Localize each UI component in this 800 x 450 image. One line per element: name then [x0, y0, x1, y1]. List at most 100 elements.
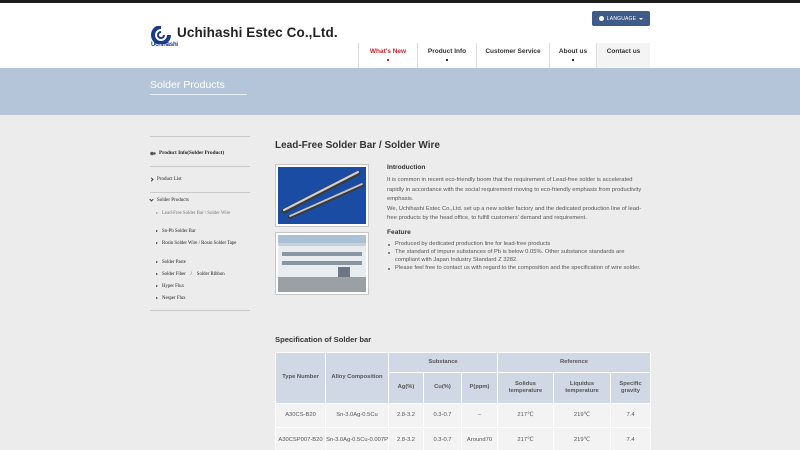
nav-whats-new[interactable]: What's New [358, 43, 417, 71]
col-header-ag: Ag(%) [388, 372, 424, 404]
cell-liquidus: 219℃ [553, 427, 611, 450]
solder-bar-photo [275, 164, 369, 227]
company-name: Uchihashi Estec Co.,Ltd. [177, 25, 338, 40]
divider [150, 192, 250, 193]
sidebar-subitem-rosin[interactable]: Rosin Solder Wire / Rosin Solder Tape [156, 240, 250, 259]
language-label: LANGUAGE [606, 15, 637, 22]
factory-photo [275, 232, 369, 295]
feature-item: Produced by dedicated production line fo… [387, 241, 650, 249]
divider [150, 310, 250, 311]
nav-label: Product Info [427, 48, 467, 55]
sidebar-item-solder-products[interactable]: Solder Products [149, 197, 250, 203]
nav-label: About us [558, 48, 588, 55]
divider [150, 166, 250, 167]
triangle-right-icon [156, 297, 158, 299]
triangle-right-icon [156, 212, 158, 214]
intro-heading: Introduction [387, 164, 426, 171]
sidebar-subitem-solder-paste[interactable]: Solder Paste [156, 259, 250, 271]
sidebar-subitem-lead-free[interactable]: Lead-Free Solder Bar / Solder Wire [156, 210, 250, 228]
cell-type: A30CS-B20 [275, 403, 326, 428]
site-header: Uchihashi Uchihashi Estec Co.,Ltd. LANGU… [0, 3, 800, 71]
col-header-p: P(ppm) [461, 372, 498, 404]
sidebar: Product Info(Solder Product) Product Lis… [149, 136, 250, 311]
nav-customer-service[interactable]: Customer Service [476, 43, 549, 71]
sidebar-heading-label: Product Info(Solder Product) [159, 150, 225, 156]
cell-gravity: 7.4 [609, 427, 652, 450]
feature-item: Please feel free to contact us with rega… [387, 265, 650, 273]
triangle-right-icon [156, 285, 158, 287]
sidebar-subitem-nesper-flux[interactable]: Nesper Flux [156, 295, 250, 305]
sidebar-item-label: Product List [157, 177, 182, 182]
cell-alloy: Sn-3.0Ag-0.5Cu-0.007P [325, 427, 389, 450]
logo-subtext: Uchihashi [151, 42, 178, 48]
triangle-right-icon [156, 273, 158, 275]
sidebar-subitem-label: Solder Fiber / Solder Ribbon [162, 272, 225, 277]
cell-ag: 2.8-3.2 [388, 427, 424, 450]
col-header-type: Type Number [275, 352, 326, 404]
sidebar-heading: Product Info(Solder Product) [150, 145, 250, 161]
globe-icon [598, 16, 604, 21]
feature-heading: Feature [387, 228, 411, 236]
sidebar-subitem-hyper-flux[interactable]: Hyper Flux [156, 283, 250, 295]
page-banner: Solder Products [0, 68, 800, 115]
feature-item: The standard of impure substances of Pb … [387, 249, 650, 265]
intro-section: Introduction It is common in recent eco-… [387, 164, 650, 273]
nav-contact-us[interactable]: Contact us [596, 43, 650, 71]
spec-table: Type Number Alloy Composition Substance … [275, 352, 652, 450]
chevron-right-icon [149, 177, 154, 182]
cell-p: – [461, 403, 498, 428]
sidebar-subitem-label: Rosin Solder Wire / Rosin Solder Tape [162, 241, 237, 246]
dropdown-indicator-icon [572, 59, 574, 61]
cell-solidus: 217℃ [497, 403, 554, 428]
divider [150, 136, 250, 137]
sidebar-subitem-label: Hyper Flux [162, 284, 184, 289]
nav-product-info[interactable]: Product Info [417, 43, 476, 71]
cell-cu: 0.3-0.7 [423, 403, 462, 428]
sidebar-subitem-label: Solder Paste [162, 260, 186, 265]
col-header-solidus: Solidus temperature [497, 372, 554, 404]
cell-liquidus: 219℃ [553, 403, 611, 428]
col-header-gravity: Specific gravity [609, 372, 652, 404]
sidebar-subitem-solder-fiber[interactable]: Solder Fiber / Solder Ribbon [156, 271, 250, 283]
page-title: Lead-Free Solder Bar / Solder Wire [275, 140, 440, 151]
gear-icon [150, 151, 156, 155]
nav-label: Customer Service [485, 48, 541, 55]
main-nav: What's New Product Info Customer Service… [358, 43, 650, 71]
cell-cu: 0.3-0.7 [423, 427, 462, 450]
intro-paragraph: We, Uchihashi Estec Co.,Ltd. set up a ne… [387, 205, 642, 222]
triangle-right-icon [156, 230, 158, 232]
table-row: A30CS-B20 Sn-3.0Ag-0.5Cu 2.8-3.2 0.3-0.7… [275, 403, 652, 428]
product-images [275, 164, 369, 295]
solder-bars-image [278, 167, 366, 224]
group-header-substance: Substance [388, 352, 498, 373]
dropdown-indicator-icon [387, 59, 389, 61]
cell-alloy: Sn-3.0Ag-0.5Cu [325, 403, 389, 428]
nav-about-us[interactable]: About us [549, 43, 596, 71]
cell-solidus: 217℃ [497, 427, 554, 450]
cell-p: Around70 [461, 427, 498, 450]
cell-type: A30CSP007-B20 [275, 427, 326, 450]
language-button[interactable]: LANGUAGE [592, 11, 650, 26]
main-content: Lead-Free Solder Bar / Solder Wire Intro… [275, 136, 650, 295]
chevron-down-icon [149, 197, 154, 202]
dropdown-indicator-icon [446, 59, 448, 61]
cell-gravity: 7.4 [609, 403, 652, 428]
group-header-reference: Reference [496, 352, 652, 373]
col-header-liquidus: Liquidus temperature [553, 372, 611, 404]
sidebar-subitem-label: Lead-Free Solder Bar / Solder Wire [162, 211, 231, 216]
triangle-right-icon [156, 242, 158, 244]
nav-label: What's New [369, 48, 407, 55]
feature-list: Produced by dedicated production line fo… [387, 241, 650, 273]
sidebar-subitem-label: Nesper Flux [162, 296, 186, 301]
sidebar-subitem-label: Sn-Pb Solder Bar [162, 229, 196, 234]
banner-title: Solder Products [150, 79, 247, 95]
intro-paragraph: It is common in recent eco-friendly boom… [387, 177, 642, 202]
col-header-alloy: Alloy Composition [325, 352, 389, 404]
sidebar-subitem-sn-pb[interactable]: Sn-Pb Solder Bar [156, 228, 250, 240]
sidebar-item-product-list[interactable]: Product List [149, 177, 250, 182]
spec-heading: Specification of Solder bar [275, 335, 372, 344]
factory-building-image [278, 235, 366, 292]
table-row: A30CSP007-B20 Sn-3.0Ag-0.5Cu-0.007P 2.8-… [275, 427, 652, 450]
cell-ag: 2.8-3.2 [388, 403, 424, 428]
nav-label: Contact us [606, 48, 641, 55]
